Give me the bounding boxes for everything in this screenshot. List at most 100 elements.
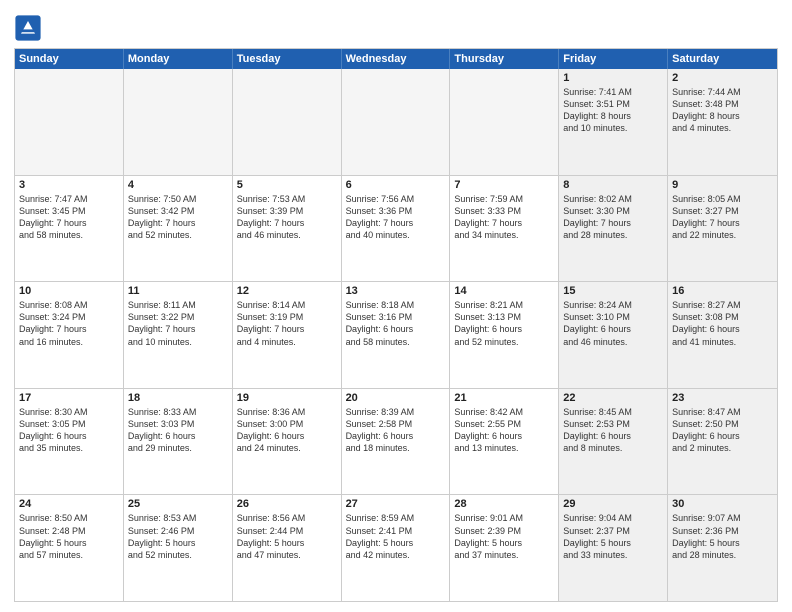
day-number: 7 xyxy=(454,179,554,191)
day-info: Sunrise: 8:59 AM Sunset: 2:41 PM Dayligh… xyxy=(346,512,446,561)
header-day-tuesday: Tuesday xyxy=(233,49,342,69)
calendar-row-2: 10 Sunrise: 8:08 AM Sunset: 3:24 PM Dayli… xyxy=(15,281,777,388)
day-info: Sunrise: 8:39 AM Sunset: 2:58 PM Dayligh… xyxy=(346,406,446,455)
calendar-body: 1 Sunrise: 7:41 AM Sunset: 3:51 PM Daylig… xyxy=(15,69,777,601)
calendar-cell-r0-c0 xyxy=(15,69,124,175)
calendar-cell-r1-c3: 6 Sunrise: 7:56 AM Sunset: 3:36 PM Daylig… xyxy=(342,176,451,282)
day-number: 3 xyxy=(19,179,119,191)
day-info: Sunrise: 8:02 AM Sunset: 3:30 PM Dayligh… xyxy=(563,193,663,242)
day-info: Sunrise: 8:11 AM Sunset: 3:22 PM Dayligh… xyxy=(128,299,228,348)
day-info: Sunrise: 8:42 AM Sunset: 2:55 PM Dayligh… xyxy=(454,406,554,455)
day-info: Sunrise: 8:45 AM Sunset: 2:53 PM Dayligh… xyxy=(563,406,663,455)
day-number: 20 xyxy=(346,392,446,404)
day-number: 14 xyxy=(454,285,554,297)
day-number: 10 xyxy=(19,285,119,297)
day-info: Sunrise: 8:50 AM Sunset: 2:48 PM Dayligh… xyxy=(19,512,119,561)
day-info: Sunrise: 7:56 AM Sunset: 3:36 PM Dayligh… xyxy=(346,193,446,242)
day-number: 5 xyxy=(237,179,337,191)
calendar-header: SundayMondayTuesdayWednesdayThursdayFrid… xyxy=(15,49,777,69)
header-day-monday: Monday xyxy=(124,49,233,69)
calendar-row-4: 24 Sunrise: 8:50 AM Sunset: 2:48 PM Dayli… xyxy=(15,494,777,601)
header-day-saturday: Saturday xyxy=(668,49,777,69)
calendar-cell-r4-c2: 26 Sunrise: 8:56 AM Sunset: 2:44 PM Dayli… xyxy=(233,495,342,601)
calendar-cell-r2-c5: 15Sunrise: 8:24 AM Sunset: 3:10 PM Dayli… xyxy=(559,282,668,388)
day-info: Sunrise: 8:08 AM Sunset: 3:24 PM Dayligh… xyxy=(19,299,119,348)
calendar-cell-r0-c2 xyxy=(233,69,342,175)
header xyxy=(14,10,778,42)
day-info: Sunrise: 7:53 AM Sunset: 3:39 PM Dayligh… xyxy=(237,193,337,242)
calendar-cell-r4-c1: 25Sunrise: 8:53 AM Sunset: 2:46 PM Dayli… xyxy=(124,495,233,601)
day-number: 4 xyxy=(128,179,228,191)
calendar-cell-r4-c6: 30 Sunrise: 9:07 AM Sunset: 2:36 PM Dayli… xyxy=(668,495,777,601)
calendar-row-0: 1 Sunrise: 7:41 AM Sunset: 3:51 PM Daylig… xyxy=(15,69,777,175)
day-info: Sunrise: 7:50 AM Sunset: 3:42 PM Dayligh… xyxy=(128,193,228,242)
calendar-cell-r1-c2: 5 Sunrise: 7:53 AM Sunset: 3:39 PM Daylig… xyxy=(233,176,342,282)
header-day-wednesday: Wednesday xyxy=(342,49,451,69)
header-day-thursday: Thursday xyxy=(450,49,559,69)
day-info: Sunrise: 7:44 AM Sunset: 3:48 PM Dayligh… xyxy=(672,86,773,135)
day-info: Sunrise: 8:18 AM Sunset: 3:16 PM Dayligh… xyxy=(346,299,446,348)
day-info: Sunrise: 8:05 AM Sunset: 3:27 PM Dayligh… xyxy=(672,193,773,242)
calendar: SundayMondayTuesdayWednesdayThursdayFrid… xyxy=(14,48,778,602)
day-info: Sunrise: 8:36 AM Sunset: 3:00 PM Dayligh… xyxy=(237,406,337,455)
day-number: 2 xyxy=(672,72,773,84)
calendar-row-3: 17 Sunrise: 8:30 AM Sunset: 3:05 PM Dayli… xyxy=(15,388,777,495)
day-info: Sunrise: 8:14 AM Sunset: 3:19 PM Dayligh… xyxy=(237,299,337,348)
calendar-cell-r0-c1 xyxy=(124,69,233,175)
calendar-cell-r4-c0: 24 Sunrise: 8:50 AM Sunset: 2:48 PM Dayli… xyxy=(15,495,124,601)
day-info: Sunrise: 8:56 AM Sunset: 2:44 PM Dayligh… xyxy=(237,512,337,561)
calendar-cell-r1-c0: 3 Sunrise: 7:47 AM Sunset: 3:45 PM Daylig… xyxy=(15,176,124,282)
day-info: Sunrise: 7:47 AM Sunset: 3:45 PM Dayligh… xyxy=(19,193,119,242)
calendar-cell-r4-c5: 29Sunrise: 9:04 AM Sunset: 2:37 PM Dayli… xyxy=(559,495,668,601)
calendar-cell-r3-c0: 17 Sunrise: 8:30 AM Sunset: 3:05 PM Dayli… xyxy=(15,389,124,495)
day-number: 29 xyxy=(563,498,663,510)
day-number: 16 xyxy=(672,285,773,297)
day-info: Sunrise: 8:21 AM Sunset: 3:13 PM Dayligh… xyxy=(454,299,554,348)
calendar-cell-r4-c3: 27 Sunrise: 8:59 AM Sunset: 2:41 PM Dayli… xyxy=(342,495,451,601)
day-number: 17 xyxy=(19,392,119,404)
day-info: Sunrise: 8:53 AM Sunset: 2:46 PM Dayligh… xyxy=(128,512,228,561)
page: SundayMondayTuesdayWednesdayThursdayFrid… xyxy=(0,0,792,612)
calendar-cell-r2-c6: 16 Sunrise: 8:27 AM Sunset: 3:08 PM Dayli… xyxy=(668,282,777,388)
day-number: 27 xyxy=(346,498,446,510)
header-day-sunday: Sunday xyxy=(15,49,124,69)
calendar-cell-r0-c4 xyxy=(450,69,559,175)
day-info: Sunrise: 8:27 AM Sunset: 3:08 PM Dayligh… xyxy=(672,299,773,348)
day-number: 30 xyxy=(672,498,773,510)
day-number: 9 xyxy=(672,179,773,191)
calendar-cell-r1-c4: 7 Sunrise: 7:59 AM Sunset: 3:33 PM Daylig… xyxy=(450,176,559,282)
calendar-cell-r3-c2: 19 Sunrise: 8:36 AM Sunset: 3:00 PM Dayli… xyxy=(233,389,342,495)
day-number: 28 xyxy=(454,498,554,510)
day-info: Sunrise: 9:07 AM Sunset: 2:36 PM Dayligh… xyxy=(672,512,773,561)
day-number: 26 xyxy=(237,498,337,510)
day-number: 21 xyxy=(454,392,554,404)
calendar-cell-r2-c2: 12 Sunrise: 8:14 AM Sunset: 3:19 PM Dayli… xyxy=(233,282,342,388)
calendar-cell-r3-c1: 18 Sunrise: 8:33 AM Sunset: 3:03 PM Dayli… xyxy=(124,389,233,495)
day-info: Sunrise: 8:30 AM Sunset: 3:05 PM Dayligh… xyxy=(19,406,119,455)
calendar-cell-r3-c5: 22 Sunrise: 8:45 AM Sunset: 2:53 PM Dayli… xyxy=(559,389,668,495)
day-number: 1 xyxy=(563,72,663,84)
day-number: 18 xyxy=(128,392,228,404)
logo xyxy=(14,14,44,42)
calendar-cell-r1-c1: 4 Sunrise: 7:50 AM Sunset: 3:42 PM Daylig… xyxy=(124,176,233,282)
calendar-cell-r3-c3: 20 Sunrise: 8:39 AM Sunset: 2:58 PM Dayli… xyxy=(342,389,451,495)
day-info: Sunrise: 9:01 AM Sunset: 2:39 PM Dayligh… xyxy=(454,512,554,561)
day-info: Sunrise: 7:41 AM Sunset: 3:51 PM Dayligh… xyxy=(563,86,663,135)
calendar-cell-r1-c5: 8Sunrise: 8:02 AM Sunset: 3:30 PM Daylig… xyxy=(559,176,668,282)
day-number: 15 xyxy=(563,285,663,297)
day-number: 12 xyxy=(237,285,337,297)
day-info: Sunrise: 8:47 AM Sunset: 2:50 PM Dayligh… xyxy=(672,406,773,455)
day-number: 24 xyxy=(19,498,119,510)
calendar-row-1: 3 Sunrise: 7:47 AM Sunset: 3:45 PM Daylig… xyxy=(15,175,777,282)
day-number: 19 xyxy=(237,392,337,404)
day-number: 22 xyxy=(563,392,663,404)
day-number: 23 xyxy=(672,392,773,404)
calendar-cell-r4-c4: 28 Sunrise: 9:01 AM Sunset: 2:39 PM Dayli… xyxy=(450,495,559,601)
day-number: 6 xyxy=(346,179,446,191)
day-info: Sunrise: 7:59 AM Sunset: 3:33 PM Dayligh… xyxy=(454,193,554,242)
logo-icon xyxy=(14,14,42,42)
day-info: Sunrise: 8:33 AM Sunset: 3:03 PM Dayligh… xyxy=(128,406,228,455)
calendar-cell-r2-c0: 10 Sunrise: 8:08 AM Sunset: 3:24 PM Dayli… xyxy=(15,282,124,388)
calendar-cell-r2-c3: 13Sunrise: 8:18 AM Sunset: 3:16 PM Dayli… xyxy=(342,282,451,388)
calendar-cell-r0-c5: 1 Sunrise: 7:41 AM Sunset: 3:51 PM Daylig… xyxy=(559,69,668,175)
